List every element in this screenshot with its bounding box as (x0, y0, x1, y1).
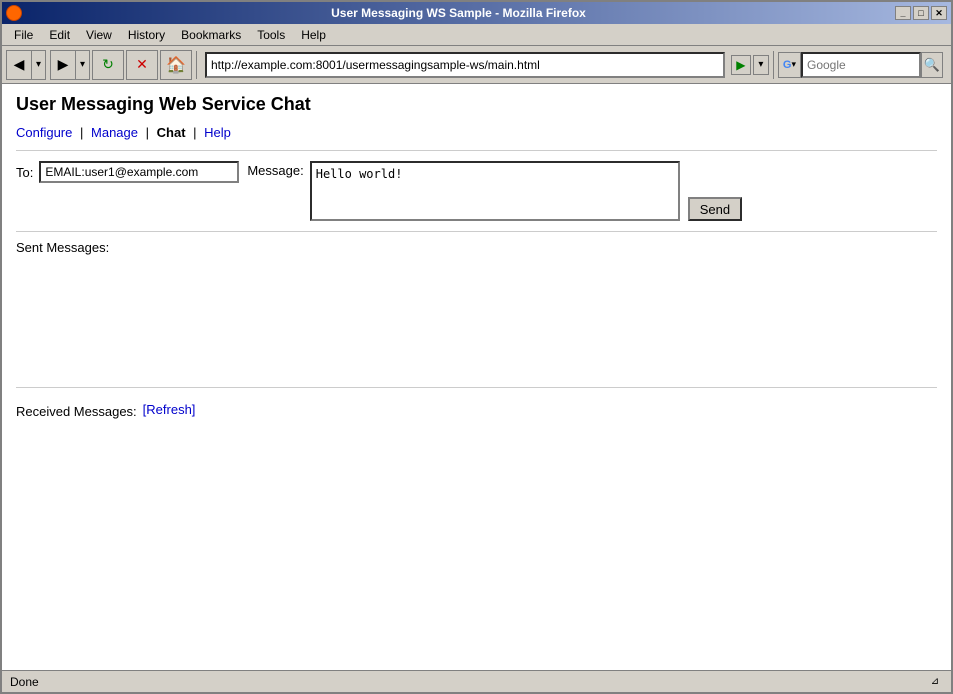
page-title: User Messaging Web Service Chat (16, 94, 937, 115)
window-title: User Messaging WS Sample - Mozilla Firef… (22, 6, 895, 20)
received-section: Received Messages: [Refresh] (16, 396, 937, 423)
message-section: Message: Hello world! (247, 161, 679, 221)
search-engine-button[interactable]: G ▾ (778, 52, 801, 78)
search-engine-dropdown-icon: ▾ (791, 59, 796, 70)
status-text: Done (10, 675, 39, 689)
sent-messages-area (16, 259, 937, 379)
nav-manage[interactable]: Manage (91, 125, 138, 140)
nav-chat[interactable]: Chat (157, 125, 186, 140)
received-messages-label: Received Messages: (16, 404, 137, 419)
app-icon (6, 5, 22, 21)
nav-separator (16, 150, 937, 151)
forward-dropdown[interactable]: ▾ (76, 50, 90, 80)
to-input[interactable] (39, 161, 239, 183)
go-button[interactable]: ▶ (731, 55, 751, 75)
refresh-link[interactable]: [Refresh] (143, 402, 196, 417)
menu-tools[interactable]: Tools (249, 26, 293, 44)
message-form: To: Message: Hello world! Send (16, 161, 937, 221)
nav-sep-3: | (193, 125, 196, 140)
back-forward-group: ◀ ▾ (6, 50, 46, 80)
to-section: To: (16, 161, 239, 183)
search-input[interactable] (801, 52, 921, 78)
close-button[interactable]: ✕ (931, 6, 947, 20)
address-dropdown[interactable]: ▾ (753, 55, 769, 75)
sent-messages-label: Sent Messages: (16, 240, 937, 255)
menu-bookmarks[interactable]: Bookmarks (173, 26, 249, 44)
back-button[interactable]: ◀ (6, 50, 32, 80)
menu-view[interactable]: View (78, 26, 120, 44)
maximize-button[interactable]: □ (913, 6, 929, 20)
refresh-button[interactable]: ↻ (92, 50, 124, 80)
search-go-button[interactable]: 🔍 (921, 52, 943, 78)
nav-help[interactable]: Help (204, 125, 231, 140)
menu-file[interactable]: File (6, 26, 41, 44)
title-bar: User Messaging WS Sample - Mozilla Firef… (2, 2, 951, 24)
page-content: User Messaging Web Service Chat Configur… (2, 84, 951, 670)
content-area: User Messaging Web Service Chat Configur… (2, 84, 951, 670)
to-label: To: (16, 165, 33, 180)
browser-window: User Messaging WS Sample - Mozilla Firef… (0, 0, 953, 694)
resize-handle[interactable]: ⊿ (927, 674, 943, 690)
status-bar: Done ⊿ (2, 670, 951, 692)
received-messages-area (16, 423, 937, 623)
search-area: G ▾ 🔍 (778, 52, 943, 78)
forward-group: ▶ ▾ (50, 50, 90, 80)
sent-separator (16, 387, 937, 388)
search-icon: 🔍 (924, 57, 940, 73)
nav-links: Configure | Manage | Chat | Help (16, 125, 937, 140)
window-controls: _ □ ✕ (895, 6, 947, 20)
menu-bar: File Edit View History Bookmarks Tools H… (2, 24, 951, 46)
toolbar: ◀ ▾ ▶ ▾ ↻ ✕ 🏠 ▶ ▾ G ▾ 🔍 (2, 46, 951, 84)
address-input[interactable] (211, 58, 719, 72)
nav-sep-2: | (146, 125, 149, 140)
menu-edit[interactable]: Edit (41, 26, 78, 44)
address-bar-group: ▶ ▾ (201, 52, 769, 78)
message-textarea[interactable]: Hello world! (310, 161, 680, 221)
form-separator (16, 231, 937, 232)
nav-sep-1: | (80, 125, 83, 140)
nav-configure[interactable]: Configure (16, 125, 72, 140)
stop-button[interactable]: ✕ (126, 50, 158, 80)
menu-history[interactable]: History (120, 26, 173, 44)
home-button[interactable]: 🏠 (160, 50, 192, 80)
send-button[interactable]: Send (688, 197, 742, 221)
address-bar (205, 52, 725, 78)
menu-help[interactable]: Help (293, 26, 334, 44)
google-icon: G (783, 59, 792, 71)
forward-button[interactable]: ▶ (50, 50, 76, 80)
toolbar-separator2 (773, 51, 774, 79)
back-dropdown[interactable]: ▾ (32, 50, 46, 80)
message-label: Message: (247, 163, 303, 178)
minimize-button[interactable]: _ (895, 6, 911, 20)
toolbar-separator (196, 51, 197, 79)
